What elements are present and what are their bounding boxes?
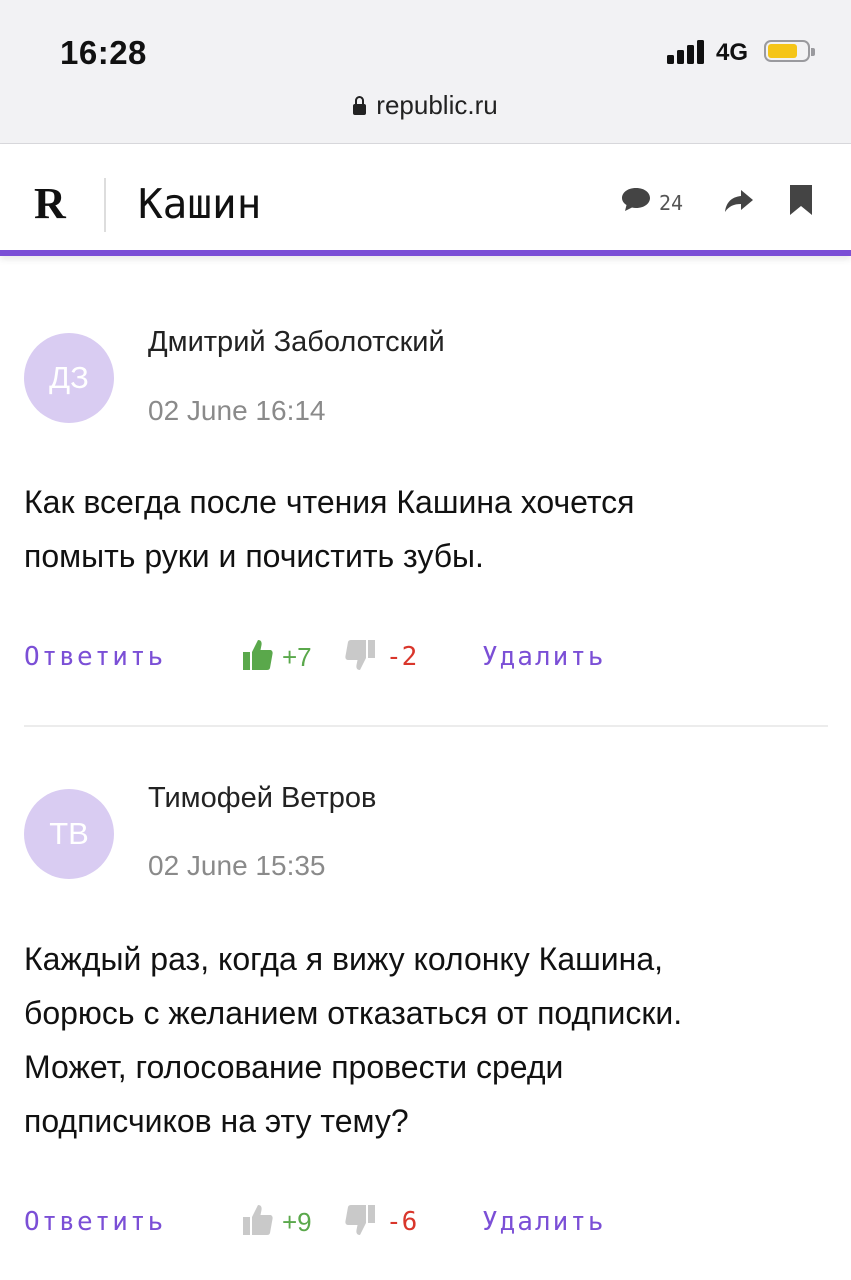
comment-date: 02 June 15:35 [148,850,326,881]
comment-text-line: Каждый раз, когда я вижу колонку Кашина, [24,941,664,977]
comment-author: Тимофей Ветров [148,782,377,814]
thumbs-up-icon[interactable] [242,638,274,672]
likes-count: +9 [282,1207,312,1237]
comment-text-line: борюсь с желанием отказаться от подписки… [24,995,683,1031]
comment-text-line: Как всегда после чтения Кашина хочется [24,484,635,520]
comment-text-line: подписчиков на эту тему? [24,1103,409,1139]
comment-actions: Ответить +9 -6 Удалить [24,1205,824,1247]
comment-text-line: Может, голосование провести среди [24,1049,564,1085]
thumbs-up-icon[interactable] [242,1203,274,1237]
dislikes-count: -2 [386,642,418,672]
likes-count: +7 [282,642,312,672]
comment-text: Как всегда после чтения Кашина хочется п… [24,475,824,583]
url-text: republic.ru [376,90,498,120]
avatar: ДЗ [24,333,114,423]
header-divider [104,178,106,232]
republic-logo[interactable]: R [34,178,66,229]
section-title: Кашин [138,180,262,228]
site-header: R Кашин 24 [0,144,851,256]
comment-text-line: помыть руки и почистить зубы. [24,538,484,574]
reply-button[interactable]: Ответить [24,1207,165,1237]
comment-date: 02 June 16:14 [148,395,326,426]
comment-item: ТВ Тимофей Ветров 02 June 15:35 Каждый р… [0,756,851,1280]
status-time: 16:28 [60,34,147,71]
comments-count[interactable]: 24 [659,191,683,215]
address-bar[interactable]: republic.ru [0,90,851,121]
battery-icon [764,40,815,62]
network-type: 4G [716,39,749,66]
comment-separator [24,725,828,727]
delete-button[interactable]: Удалить [482,1207,606,1237]
avatar: ТВ [24,789,114,879]
comments-icon[interactable] [620,186,652,212]
signal-strength-icon [667,40,707,64]
thumbs-down-icon[interactable] [344,1203,376,1237]
comment-item: ДЗ Дмитрий Заболотский 02 June 16:14 Как… [0,300,851,700]
comment-text: Каждый раз, когда я вижу колонку Кашина,… [24,932,824,1148]
delete-button[interactable]: Удалить [482,642,606,672]
dislikes-count: -6 [386,1207,418,1237]
comment-actions: Ответить +7 -2 Удалить [24,640,824,682]
lock-icon [353,96,367,115]
thumbs-down-icon[interactable] [344,638,376,672]
reply-button[interactable]: Ответить [24,642,165,672]
browser-top-bar: 16:28 4G republic.ru [0,0,851,144]
bookmark-icon[interactable] [789,185,813,215]
share-icon[interactable] [724,188,754,214]
comment-author: Дмитрий Заболотский [148,326,445,358]
